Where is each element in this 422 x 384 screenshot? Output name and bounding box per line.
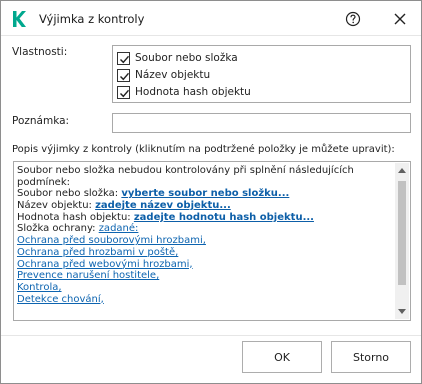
select-file-link[interactable]: vyberte soubor nebo složku... [121, 188, 289, 199]
properties-label: Vlastnosti: [12, 46, 68, 58]
component-condition-label: Složka ochrany: [17, 223, 99, 235]
hash-condition-label: Hodnota hash objektu: [17, 211, 134, 223]
description-intro-line: podmínek: [17, 176, 70, 188]
name-condition-label: Název objektu: [17, 200, 96, 212]
specified-components-link[interactable]: zadané: [99, 223, 139, 234]
close-icon[interactable] [388, 7, 412, 31]
file-condition-row: Soubor nebo složka: vyberte soubor nebo … [17, 188, 395, 200]
title-bar: Výjimka z kontroly [1, 1, 421, 36]
note-label: Poznámka: [12, 115, 70, 127]
component-link-web-threat-protection[interactable]: Ochrana před webovými hrozbami, [17, 259, 193, 270]
component-link-mail-threat-protection[interactable]: Ochrana před hrozbami v poště, [17, 247, 178, 258]
component-link-host-intrusion-prevention[interactable]: Prevence narušení hostitele, [17, 270, 159, 281]
scroll-down-arrow-icon[interactable] [395, 305, 409, 319]
checkbox-object-hash[interactable]: Hodnota hash objektu [117, 84, 251, 100]
exclusion-dialog: Výjimka z kontroly Vlastnosti: Soubor ne… [0, 0, 422, 384]
component-link-behavior-detection[interactable]: Detekce chování, [17, 294, 104, 305]
exclusion-description-box: Soubor nebo složka nebudou kontrolovány … [13, 161, 411, 321]
checkbox-checked-icon [117, 68, 130, 82]
hash-condition-row: Hodnota hash objektu: zadejte hodnotu ha… [17, 212, 395, 224]
file-condition-label: Soubor nebo složka: [17, 188, 122, 200]
checkbox-label: Soubor nebo složka [135, 52, 238, 64]
enter-hash-link[interactable]: zadejte hodnotu hash objektu... [134, 212, 314, 223]
description-intro-line: Soubor nebo složka nebudou kontrolovány … [17, 165, 354, 176]
checkbox-label: Název objektu [135, 69, 211, 81]
checkbox-checked-icon [117, 51, 130, 65]
scrollbar-thumb[interactable] [398, 181, 406, 285]
checkbox-object-name[interactable]: Název objektu [117, 67, 210, 83]
name-condition-row: Název objektu: zadejte název objektu... [17, 200, 395, 212]
scroll-up-arrow-icon[interactable] [395, 163, 409, 177]
description-content: Soubor nebo složka nebudou kontrolovány … [17, 165, 395, 305]
enter-object-name-link[interactable]: zadejte název objektu... [95, 200, 231, 211]
ok-button[interactable]: OK [242, 341, 322, 373]
cancel-button[interactable]: Storno [331, 341, 411, 373]
dialog-title: Výjimka z kontroly [39, 12, 145, 26]
kaspersky-logo-icon [11, 10, 27, 28]
properties-checkbox-list: Soubor nebo složka Název objektu Hodnota… [112, 45, 411, 103]
help-icon[interactable] [341, 7, 365, 31]
checkbox-file-or-folder[interactable]: Soubor nebo složka [117, 50, 238, 66]
note-input[interactable] [112, 113, 411, 133]
description-label: Popis výjimky z kontroly (kliknutím na p… [12, 144, 395, 155]
checkbox-label: Hodnota hash objektu [135, 86, 251, 98]
component-link-file-threat-protection[interactable]: Ochrana před souborovými hrozbami, [17, 235, 206, 246]
vertical-scrollbar[interactable] [395, 163, 409, 319]
component-condition-row: Složka ochrany: zadané: [17, 223, 395, 235]
component-link-scan[interactable]: Kontrola, [17, 282, 62, 293]
checkbox-checked-icon [117, 85, 130, 99]
